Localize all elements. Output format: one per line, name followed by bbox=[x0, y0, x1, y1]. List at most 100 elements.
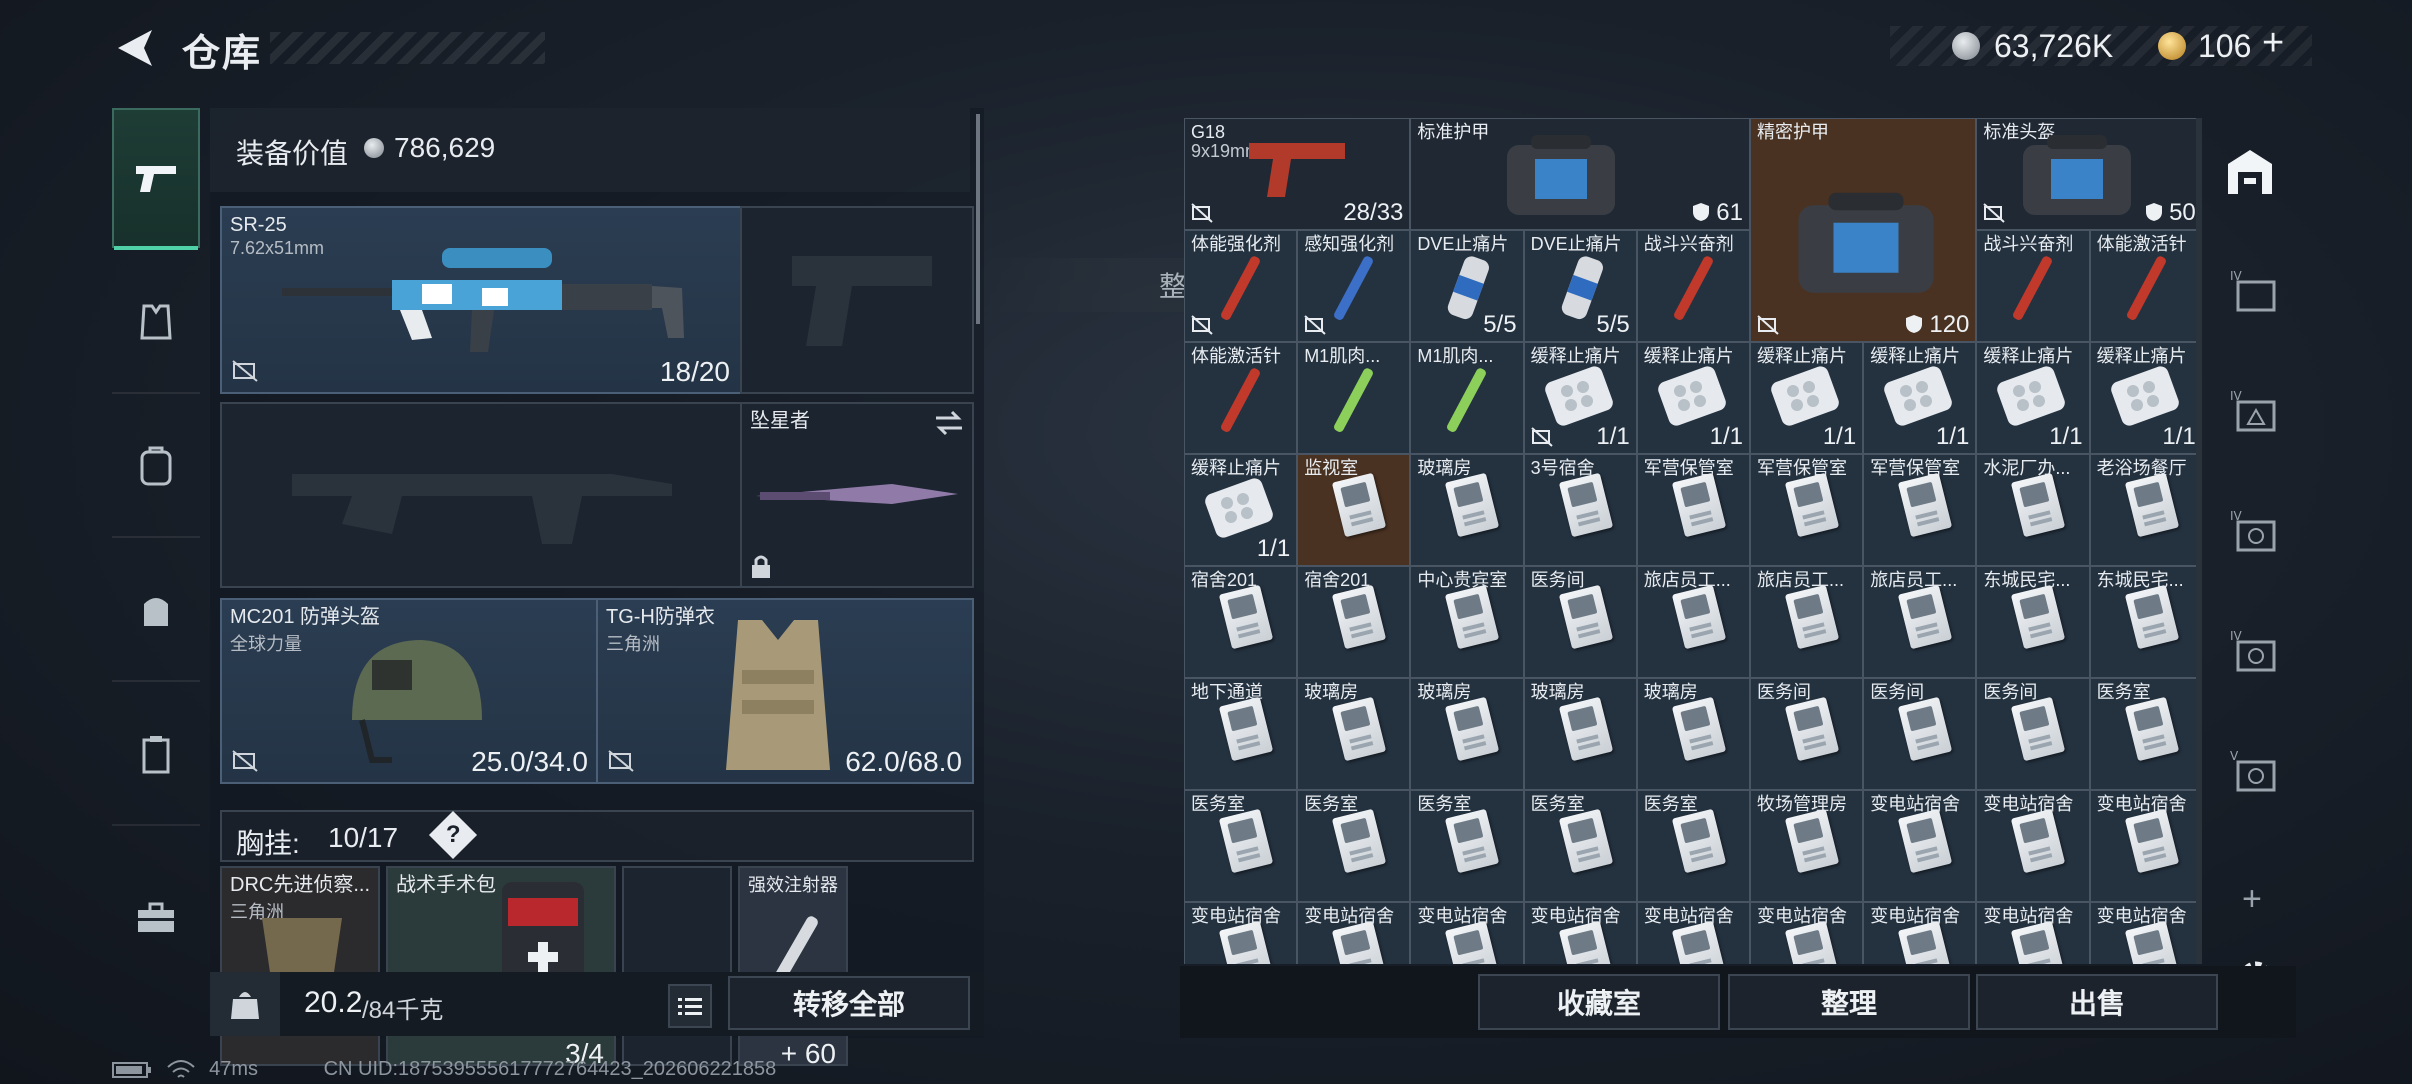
stash-item[interactable]: 战斗兴奋剂 bbox=[1976, 230, 2090, 342]
stash-item[interactable]: 医务室 bbox=[1523, 790, 1637, 902]
stash-item[interactable]: 缓释止痛片 1/1 bbox=[1750, 342, 1864, 454]
stash-item[interactable]: 军营保管室 bbox=[1863, 454, 1977, 566]
stash-item[interactable]: 玻璃房 bbox=[1636, 678, 1750, 790]
stash-item[interactable]: 玻璃房 bbox=[1297, 678, 1411, 790]
stash-scrollbar[interactable] bbox=[2196, 118, 2202, 964]
stash-item[interactable]: 标准护甲 61 bbox=[1410, 118, 1750, 230]
list-view-button[interactable] bbox=[668, 984, 712, 1028]
stash-item[interactable]: 老浴场餐厅 bbox=[2089, 454, 2202, 566]
stash-item[interactable]: 缓释止痛片 1/1 bbox=[1184, 454, 1298, 566]
stash-item[interactable]: 缓释止痛片 1/1 bbox=[1976, 342, 2090, 454]
nav-weapons[interactable] bbox=[112, 108, 200, 250]
stash-item[interactable]: 牧场管理房 bbox=[1750, 790, 1864, 902]
no-insure-icon bbox=[1191, 315, 1213, 335]
stash-item[interactable]: 东城民宅... bbox=[2089, 566, 2202, 678]
helmet-slot[interactable]: MC201 防弹头盔 全球力量 25.0/34.0 bbox=[220, 598, 600, 784]
stash-item[interactable]: 变电站宿舍 bbox=[1297, 902, 1411, 964]
stash-page-iv-4[interactable]: IV bbox=[2230, 628, 2278, 679]
nav-armor[interactable] bbox=[112, 252, 200, 394]
armor-slot[interactable]: TG-H防弹衣 三角洲 62.0/68.0 bbox=[596, 598, 974, 784]
rig-item-empty[interactable] bbox=[622, 866, 732, 1066]
primary-weapon-slot[interactable]: SR-25 7.62x51mm 18/20 bbox=[220, 206, 742, 394]
stash-item[interactable]: 医务间 bbox=[1976, 678, 2090, 790]
stash-item[interactable]: 变电站宿舍 bbox=[1410, 902, 1524, 964]
stash-item[interactable]: 军营保管室 bbox=[1750, 454, 1864, 566]
stash-item[interactable]: 体能强化剂 bbox=[1184, 230, 1298, 342]
stash-item[interactable]: 医务室 bbox=[1297, 790, 1411, 902]
stash-item[interactable]: 缓释止痛片 1/1 bbox=[2089, 342, 2202, 454]
stash-item[interactable]: 3号宿舍 bbox=[1523, 454, 1637, 566]
rig-item[interactable]: 战术手术包 3/4 bbox=[386, 866, 616, 1069]
stash-item[interactable]: 玻璃房 bbox=[1410, 678, 1524, 790]
stash-item[interactable]: 东城民宅... bbox=[1976, 566, 2090, 678]
nav-backpack[interactable] bbox=[112, 396, 200, 538]
stash-item[interactable]: 感知强化剂 bbox=[1297, 230, 1411, 342]
stash-item[interactable]: 玻璃房 bbox=[1410, 454, 1524, 566]
nav-case[interactable] bbox=[112, 684, 200, 826]
chest-rig-bar[interactable]: 胸挂: 10/17 ? bbox=[220, 810, 974, 862]
stash-item[interactable]: 医务室 bbox=[1410, 790, 1524, 902]
nav-bag[interactable] bbox=[112, 540, 200, 682]
secondary-weapon-slot[interactable] bbox=[220, 402, 742, 588]
stash-item[interactable]: 变电站宿舍 bbox=[2089, 902, 2202, 964]
stash-item[interactable]: 精密护甲 120 bbox=[1750, 118, 1977, 342]
nav-toolbox[interactable] bbox=[112, 828, 200, 1008]
stash-item[interactable]: 宿舍201 bbox=[1297, 566, 1411, 678]
collection-room-button[interactable]: 收藏室 bbox=[1478, 974, 1720, 1030]
stash-item[interactable]: 缓释止痛片 1/1 bbox=[1863, 342, 1977, 454]
help-icon[interactable]: ? bbox=[428, 810, 478, 860]
stash-page-main[interactable] bbox=[2216, 138, 2284, 206]
stash-item[interactable]: 中心贵宾室 bbox=[1410, 566, 1524, 678]
add-currency-button[interactable]: + bbox=[2262, 22, 2284, 65]
stash-item[interactable]: 旅店员工... bbox=[1863, 566, 1977, 678]
melee-slot[interactable]: 坠星者 bbox=[740, 402, 974, 588]
sell-button[interactable]: 出售 bbox=[1976, 974, 2218, 1030]
stash-item[interactable]: 变电站宿舍 bbox=[1863, 902, 1977, 964]
stash-item[interactable]: 缓释止痛片 1/1 bbox=[1636, 342, 1750, 454]
stash-item[interactable]: 旅店员工... bbox=[1750, 566, 1864, 678]
stash-item[interactable]: 变电站宿舍 bbox=[2089, 790, 2202, 902]
stash-item[interactable]: M1肌肉... bbox=[1297, 342, 1411, 454]
stash-item[interactable]: 变电站宿舍 bbox=[1976, 902, 2090, 964]
stash-item[interactable]: 变电站宿舍 bbox=[1750, 902, 1864, 964]
stash-item[interactable]: 医务室 bbox=[1636, 790, 1750, 902]
stash-item[interactable]: 宿舍201 bbox=[1184, 566, 1298, 678]
stash-item[interactable]: 玻璃房 bbox=[1523, 678, 1637, 790]
stash-item[interactable]: 监视室 bbox=[1297, 454, 1411, 566]
rig-item[interactable]: 强效注射器 + 60 bbox=[738, 866, 848, 1069]
stash-page-iv-2[interactable]: IV bbox=[2230, 388, 2278, 439]
transfer-all-button[interactable]: 转移全部 bbox=[728, 976, 970, 1030]
stash-item[interactable]: DVE止痛片 5/5 bbox=[1523, 230, 1637, 342]
stash-item[interactable]: 体能激活针 bbox=[1184, 342, 1298, 454]
stash-item[interactable]: 变电站宿舍 bbox=[1863, 790, 1977, 902]
stash-page-iv-1[interactable]: IV bbox=[2230, 268, 2278, 319]
stash-item[interactable]: 地下通道 bbox=[1184, 678, 1298, 790]
stash-item[interactable]: 变电站宿舍 bbox=[1976, 790, 2090, 902]
stash-item[interactable]: 医务室 bbox=[2089, 678, 2202, 790]
stash-page-v[interactable]: V bbox=[2230, 748, 2278, 799]
stash-item[interactable]: 变电站宿舍 bbox=[1523, 902, 1637, 964]
stash-item[interactable]: 标准头盔 50 bbox=[1976, 118, 2202, 230]
pistol-slot[interactable] bbox=[740, 206, 974, 394]
organize-button[interactable]: 整理 bbox=[1728, 974, 1970, 1030]
back-arrow-icon[interactable] bbox=[112, 26, 156, 70]
stash-item[interactable]: 旅店员工... bbox=[1636, 566, 1750, 678]
stash-item[interactable]: 医务间 bbox=[1750, 678, 1864, 790]
stash-item[interactable]: 军营保管室 bbox=[1636, 454, 1750, 566]
stash-item[interactable]: 战斗兴奋剂 bbox=[1636, 230, 1750, 342]
stash-item[interactable]: M1肌肉... bbox=[1410, 342, 1524, 454]
add-page-button[interactable]: + bbox=[2242, 880, 2262, 919]
stash-item[interactable]: 医务间 bbox=[1523, 566, 1637, 678]
stash-item[interactable]: 医务室 bbox=[1184, 790, 1298, 902]
stash-item[interactable]: 水泥厂办... bbox=[1976, 454, 2090, 566]
stash-item[interactable]: 缓释止痛片 1/1 bbox=[1523, 342, 1637, 454]
rig-item[interactable]: DRC先进侦察... 三角洲 bbox=[220, 866, 380, 1066]
stash-item[interactable]: 变电站宿舍 bbox=[1184, 902, 1298, 964]
stash-item[interactable]: 体能激活针 bbox=[2089, 230, 2202, 342]
stash-item[interactable]: 医务间 bbox=[1863, 678, 1977, 790]
stash-item[interactable]: DVE止痛片 5/5 bbox=[1410, 230, 1524, 342]
stash-item[interactable]: 变电站宿舍 bbox=[1636, 902, 1750, 964]
stash-page-iv-3[interactable]: IV bbox=[2230, 508, 2278, 559]
stash-item[interactable]: G18 9x19mm 28/33 bbox=[1184, 118, 1411, 230]
swap-icon[interactable] bbox=[934, 410, 964, 436]
